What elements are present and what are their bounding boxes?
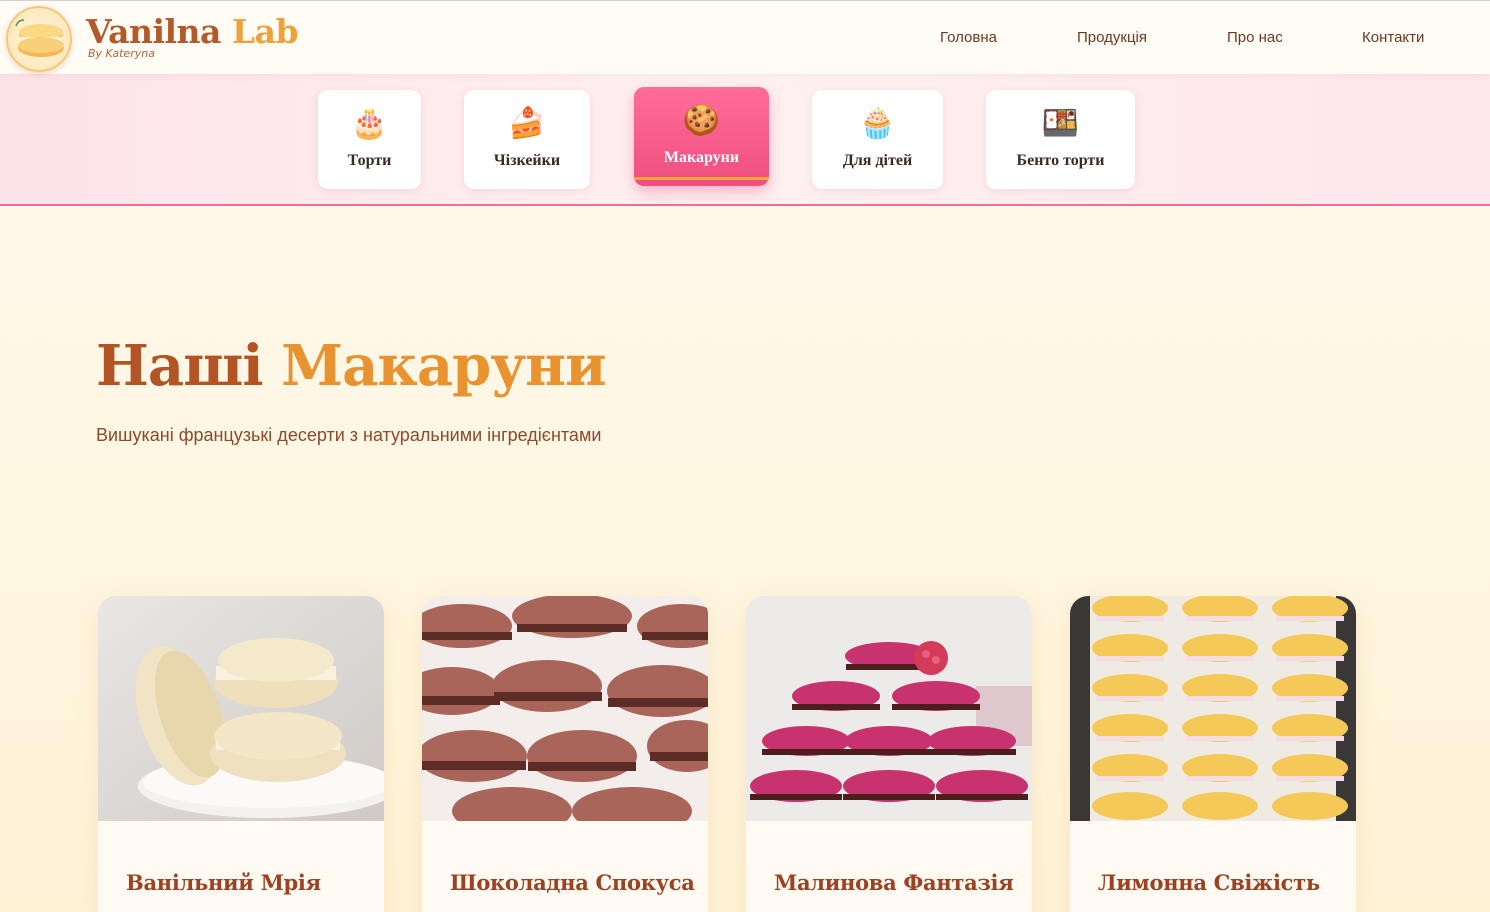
product-card-chocolate[interactable]: Шоколадна Спокуса xyxy=(422,596,708,912)
chocolate-macarons-photo xyxy=(422,596,708,821)
product-name: Шоколадна Спокуса xyxy=(450,870,695,895)
site-header: Vanilna Lab By Kateryna Головна Продукці… xyxy=(0,0,1490,74)
product-card-raspberry[interactable]: Малинова Фантазія xyxy=(746,596,1032,912)
nav-link-home[interactable]: Головна xyxy=(940,29,997,47)
bento-box-icon: 🍱 xyxy=(1041,107,1080,140)
category-label: Для дітей xyxy=(842,152,913,169)
cookie-icon: 🍪 xyxy=(682,104,721,137)
category-tab-cheesecakes[interactable]: 🍰 Чізкейки xyxy=(464,90,590,189)
category-label: Макаруни xyxy=(663,149,740,166)
product-name: Ванільний Мрія xyxy=(126,870,321,895)
category-tab-macarons[interactable]: 🍪 Макаруни xyxy=(634,87,769,186)
cupcake-icon: 🧁 xyxy=(858,107,897,140)
category-tab-kids[interactable]: 🧁 Для дітей xyxy=(812,90,943,189)
raspberry-macarons-photo xyxy=(746,596,1032,821)
product-card-lemon[interactable]: Лимонна Свіжість xyxy=(1070,596,1356,912)
vanilla-macarons-photo xyxy=(98,596,384,821)
brand-byline: By Kateryna xyxy=(88,47,155,60)
category-label: Чізкейки xyxy=(493,152,561,169)
nav-link-about[interactable]: Про нас xyxy=(1227,29,1283,47)
cake-icon: 🎂 xyxy=(350,107,389,140)
page-title-part1: Наші xyxy=(96,333,264,399)
active-tab-indicator xyxy=(634,177,769,180)
category-label: Торти xyxy=(347,152,392,169)
page-title-part2: Макаруни xyxy=(281,333,607,399)
product-card-vanilla[interactable]: Ванільний Мрія xyxy=(98,596,384,912)
nav-link-products[interactable]: Продукція xyxy=(1077,29,1147,47)
category-label: Бенто торти xyxy=(1016,152,1105,169)
page-title: Наші Макаруни xyxy=(96,328,607,404)
macaron-logo-icon[interactable] xyxy=(6,6,72,72)
category-tab-cakes[interactable]: 🎂 Торти xyxy=(318,90,421,189)
brand-name-part2: Lab xyxy=(231,12,299,51)
product-name: Малинова Фантазія xyxy=(774,870,1014,895)
brand-name-part1: Vanilna xyxy=(86,12,221,51)
page-subtitle: Вишукані французькі десерти з натуральни… xyxy=(96,425,602,445)
nav-link-contacts[interactable]: Контакти xyxy=(1362,29,1424,47)
category-bar: 🎂 Торти 🍰 Чізкейки 🍪 Макаруни 🧁 Для діте… xyxy=(0,74,1490,206)
cake-slice-icon: 🍰 xyxy=(508,107,546,140)
product-name: Лимонна Свіжість xyxy=(1098,870,1320,895)
brand-name[interactable]: Vanilna Lab xyxy=(86,12,299,52)
lemon-macarons-photo xyxy=(1070,596,1356,821)
category-tab-bento[interactable]: 🍱 Бенто торти xyxy=(986,90,1135,189)
